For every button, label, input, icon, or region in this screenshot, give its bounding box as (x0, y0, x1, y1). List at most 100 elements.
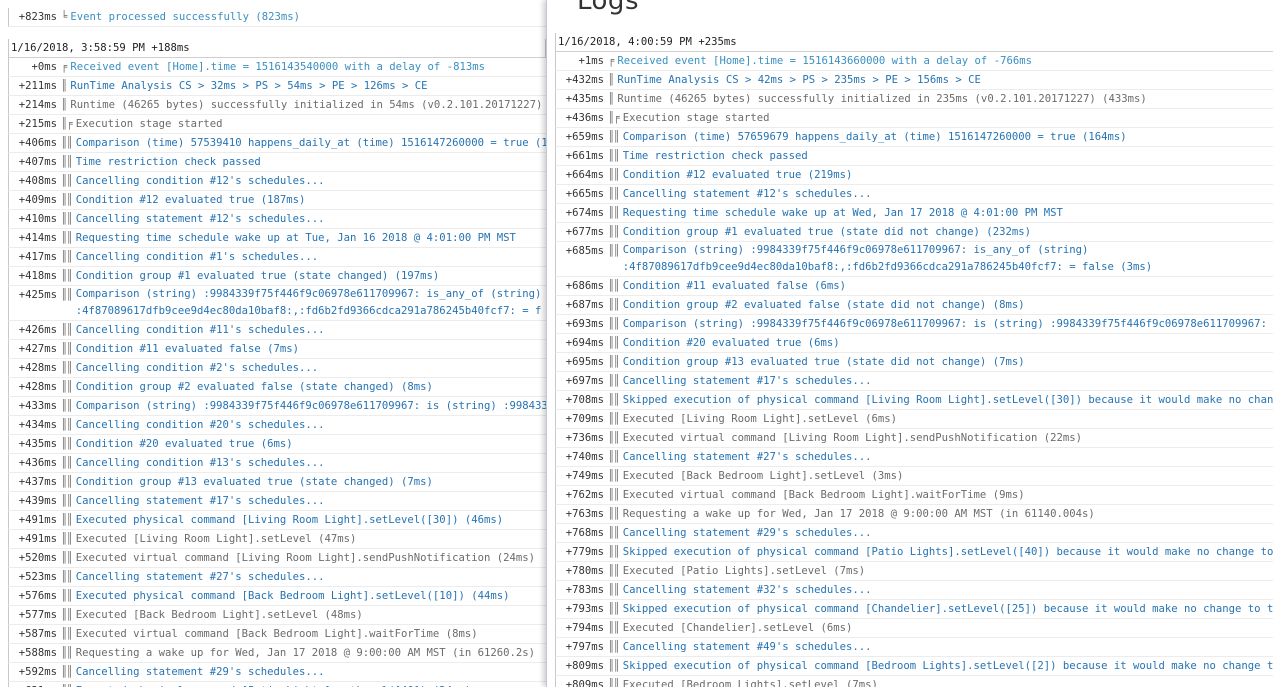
log-row: +0ms ╒ Received event [Home].time = 151614… (8, 58, 546, 77)
log-group-spacer (8, 27, 546, 39)
log-tree-indent-icon: ║║ (61, 647, 73, 659)
log-row: +211ms ║ RunTime Analysis CS > 32ms > PS >… (8, 77, 546, 96)
log-row: +1ms ╒ Received event [Home].time = 151614… (555, 52, 1273, 71)
log-row: +433ms ║║ Comparison (string) :9984339f75f… (8, 397, 546, 416)
log-row-message: Skipped execution of physical command [C… (622, 603, 1273, 615)
log-tree-indent-icon: ║║ (61, 213, 73, 225)
log-row-message: Condition #11 evaluated false (6ms) (622, 280, 846, 292)
log-row-time-offset: +410ms (18, 213, 57, 225)
log-row-time-offset: +693ms (565, 318, 604, 330)
log-tree-indent-icon: ║║ (608, 245, 620, 257)
log-row: +523ms ║║ Cancelling statement #27's sched… (8, 568, 546, 587)
log-row-message: Executed physical command [Living Room L… (75, 514, 504, 526)
log-row-message: Requesting time schedule wake up at Wed,… (622, 207, 1063, 219)
log-row-time-offset: +783ms (565, 584, 604, 596)
log-tree-indent-icon: ║║ (61, 682, 76, 687)
log-tree-indent-icon: ╒ (61, 61, 67, 73)
log-row-message: Cancelling condition #11's schedules... (75, 324, 325, 336)
log-row-time-offset: +491ms (18, 533, 57, 545)
log-row: +491ms ║║ Executed physical command [Livin… (8, 511, 546, 530)
log-row: +697ms ║║ Cancelling statement #17's sched… (555, 372, 1273, 391)
log-tree-indent-icon: ║║ (608, 451, 620, 463)
log-row: +520ms ║║ Executed virtual command [Living… (8, 549, 546, 568)
log-group-header[interactable]: 1/16/2018, 4:00:59 PM +235ms (555, 33, 1273, 52)
log-row: +408ms ║║ Cancelling condition #12's sched… (8, 172, 546, 191)
log-row-time-offset: +577ms (18, 609, 57, 621)
log-row-message: Execution stage started (75, 118, 223, 130)
log-row-time-offset: +406ms (18, 137, 57, 149)
log-row-time-offset: +794ms (565, 622, 604, 634)
log-row: +686ms ║║ Condition #11 evaluated false (6… (555, 277, 1273, 296)
log-row-time-offset: +408ms (18, 175, 57, 187)
log-row: +783ms ║║ Cancelling statement #32's sched… (555, 581, 1273, 600)
log-row-message: Executed [Patio Lights].setLevel (7ms) (622, 565, 866, 577)
log-row-time-offset: +763ms (565, 508, 604, 520)
log-row-time-offset: +427ms (18, 343, 57, 355)
log-row-time-offset: +215ms (18, 118, 57, 130)
log-row-time-offset: +677ms (565, 226, 604, 238)
log-row-message: Condition #11 evaluated false (7ms) (75, 343, 299, 355)
log-tree-indent-icon: ║║ (61, 419, 73, 431)
log-row: +740ms ║║ Cancelling statement #27's sched… (555, 448, 1273, 467)
log-row-message: Condition group #2 evaluated false (stat… (622, 299, 1025, 311)
log-tree-indent-icon: ║║ (608, 337, 620, 349)
log-row: +687ms ║║ Condition group #2 evaluated fal… (555, 296, 1273, 315)
log-row-time-offset: +695ms (565, 356, 604, 368)
log-row-message: Received event [Home].time = 15161436600… (617, 55, 1032, 67)
log-row: +432ms ║ RunTime Analysis CS > 42ms > PS >… (555, 71, 1273, 90)
log-row-time-offset: +694ms (565, 337, 604, 349)
log-tree-indent-icon: ║║ (61, 533, 73, 545)
log-row-message: Time restriction check passed (75, 156, 261, 168)
log-row-time-offset: +576ms (18, 590, 57, 602)
log-row-time-offset: +409ms (18, 194, 57, 206)
log-row-message: Executed [Living Room Light].setLevel (6… (622, 413, 898, 425)
log-row: +427ms ║║ Condition #11 evaluated false (7… (8, 340, 546, 359)
log-row-message: Executed [Chandelier].setLevel (6ms) (622, 622, 853, 634)
log-row-time-offset: +418ms (18, 270, 57, 282)
log-row: +406ms ║║ Comparison (time) 57539410 happe… (8, 134, 546, 153)
log-tree-indent-icon: ║║ (608, 660, 620, 672)
log-tree-indent-icon: ║║ (61, 400, 73, 412)
right-logs-panel[interactable]: Logs 1/16/2018, 4:00:59 PM +235ms +1ms ╒ Re… (546, 0, 1273, 687)
log-tree-indent-icon: ║║ (61, 362, 73, 374)
log-tree-indent-icon: ║║ (61, 609, 73, 621)
logs-title: Logs (577, 0, 639, 16)
log-tree-indent-icon: ║║ (61, 438, 73, 450)
log-row: +665ms ║║ Cancelling statement #12's sched… (555, 185, 1273, 204)
log-row-message: Executed [Bedroom Lights].setLevel (7ms) (622, 679, 878, 687)
log-row-time-offset: +740ms (565, 451, 604, 463)
log-tree-indent-icon: ║║ (61, 476, 73, 488)
log-row: +780ms ║║ Executed [Patio Lights].setLevel… (555, 562, 1273, 581)
log-row-time-offset: +425ms (18, 289, 57, 301)
log-row-time-offset: +661ms (565, 150, 604, 162)
log-row-time-offset: +592ms (18, 666, 57, 678)
log-row-message: Executed [Living Room Light].setLevel (4… (75, 533, 357, 545)
log-row-message: Comparison (time) 57539410 happens_daily… (75, 137, 546, 149)
log-row: +693ms ║║ Comparison (string) :9984339f75f… (555, 315, 1273, 334)
log-row: +809ms ║║ Executed [Bedroom Lights].setLev… (555, 676, 1273, 687)
log-row: +437ms ║║ Condition group #13 evaluated tr… (8, 473, 546, 492)
log-row: +428ms ║║ Cancelling condition #2's schedu… (8, 359, 546, 378)
log-tree-indent-icon: ║║ (608, 508, 620, 520)
log-row-time-offset: +809ms (565, 660, 604, 672)
log-row: +762ms ║║ Executed virtual command [Back B… (555, 486, 1273, 505)
log-row: +409ms ║║ Condition #12 evaluated true (18… (8, 191, 546, 210)
log-row-message: Executed virtual command [Back Bedroom L… (622, 489, 1025, 501)
log-row-message: Time restriction check passed (622, 150, 808, 162)
log-tree-indent-icon: ╒ (608, 55, 614, 67)
left-log-panel[interactable]: +823ms ╘ Event processed successfully (823… (0, 0, 546, 687)
log-row-message: Cancelling statement #32's schedules... (622, 584, 872, 596)
log-tree-indent-icon: ║ (61, 99, 67, 111)
log-row-message: Executed virtual command [Living Room Li… (622, 432, 1082, 444)
log-tree-indent-icon: ║║ (608, 470, 620, 482)
log-row: +694ms ║║ Condition #20 evaluated true (6m… (555, 334, 1273, 353)
log-row-message: Execution stage started (622, 112, 770, 124)
log-row: +708ms ║║ Skipped execution of physical co… (555, 391, 1273, 410)
log-tree-indent-icon: ║║ (61, 628, 73, 640)
log-tree-indent-icon: ║║ (608, 394, 620, 406)
log-row-time-offset: +779ms (565, 546, 604, 558)
log-group-header[interactable]: 1/16/2018, 3:58:59 PM +188ms (8, 39, 546, 58)
log-row-time-offset: +434ms (18, 419, 57, 431)
log-row: +621ms║║Executed physical command [Patio… (8, 682, 546, 687)
log-row-message: Condition #12 evaluated true (187ms) (75, 194, 306, 206)
